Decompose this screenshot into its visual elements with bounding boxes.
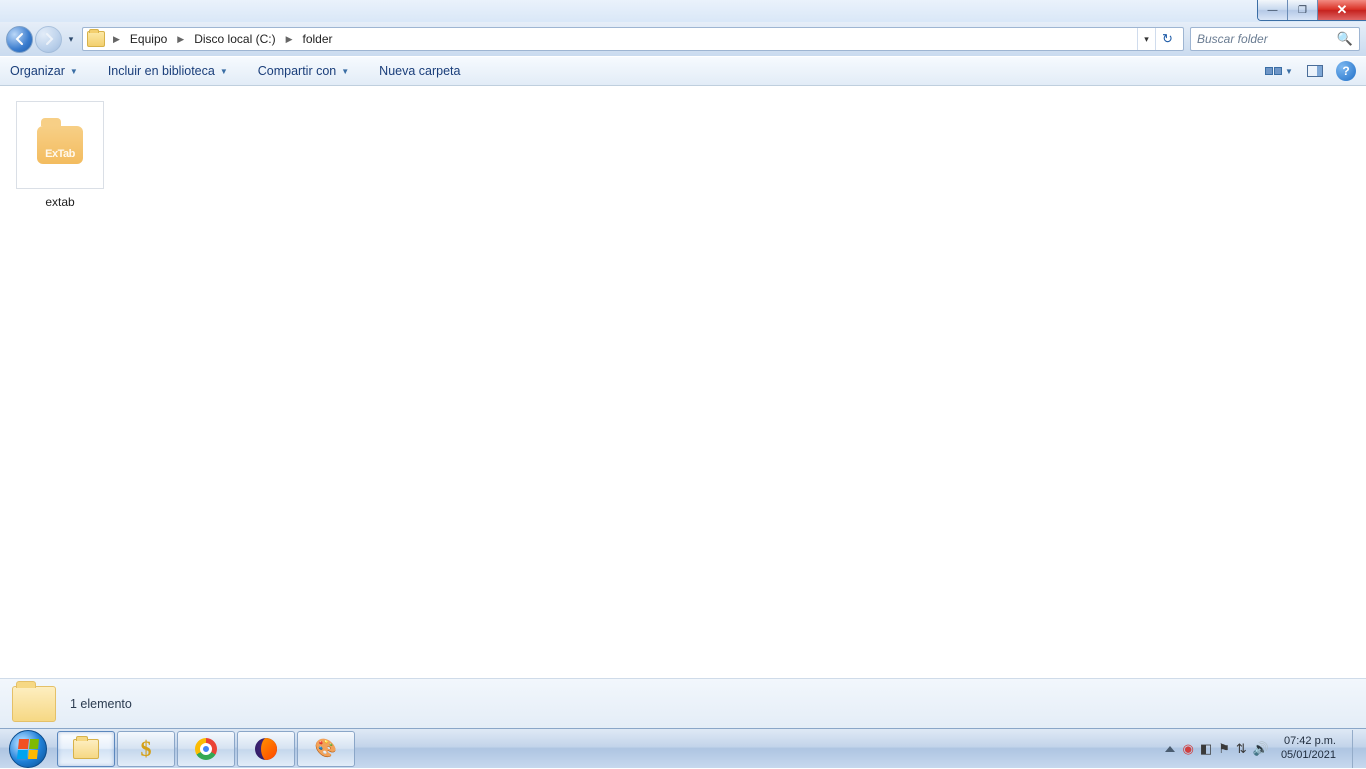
- taskbar-app-dollar[interactable]: $: [117, 731, 175, 767]
- organize-menu[interactable]: Organizar ▼: [10, 64, 78, 78]
- paint-icon: 🎨: [314, 739, 338, 759]
- details-pane: 1 elemento: [0, 678, 1366, 728]
- clock-time: 07:42 p.m.: [1281, 735, 1336, 749]
- taskbar-firefox[interactable]: [237, 731, 295, 767]
- breadcrumb-item-folder[interactable]: folder: [301, 28, 335, 50]
- action-center-icon[interactable]: ⚑: [1218, 741, 1230, 757]
- include-in-library-menu[interactable]: Incluir en biblioteca ▼: [108, 64, 228, 78]
- preview-pane-icon: [1307, 65, 1323, 77]
- organize-label: Organizar: [10, 64, 65, 78]
- include-label: Incluir en biblioteca: [108, 64, 215, 78]
- folder-icon: [12, 686, 56, 722]
- minimize-button[interactable]: —: [1258, 0, 1288, 20]
- chevron-down-icon: ▼: [1285, 67, 1293, 76]
- file-thumbnail: ExTab: [16, 101, 104, 189]
- breadcrumb-separator[interactable]: ▶: [282, 28, 297, 50]
- extab-icon-text: ExTab: [45, 148, 75, 164]
- file-list[interactable]: ExTab extab: [0, 86, 1366, 668]
- breadcrumb-separator[interactable]: ▶: [173, 28, 188, 50]
- close-button[interactable]: ✕: [1318, 0, 1366, 20]
- toolbar: Organizar ▼ Incluir en biblioteca ▼ Comp…: [0, 56, 1366, 86]
- extab-folder-icon: ExTab: [37, 126, 83, 164]
- help-button[interactable]: ?: [1336, 61, 1356, 81]
- volume-icon[interactable]: 🔊: [1253, 741, 1269, 757]
- preview-pane-button[interactable]: [1304, 60, 1326, 82]
- search-icon: 🔍: [1337, 31, 1353, 47]
- tray-app-icon[interactable]: ◉: [1183, 741, 1194, 757]
- tray-overflow-button[interactable]: [1165, 746, 1175, 752]
- address-bar: ▾ ▶ Equipo ▶ Disco local (C:) ▶ folder ▾…: [0, 22, 1366, 56]
- new-folder-button[interactable]: Nueva carpeta: [379, 64, 460, 78]
- chevron-down-icon: ▼: [70, 67, 78, 76]
- windows-logo-icon: [9, 730, 47, 768]
- breadcrumb-item-equipo[interactable]: Equipo: [128, 28, 169, 50]
- chevron-down-icon: ▼: [341, 67, 349, 76]
- start-button[interactable]: [0, 729, 56, 769]
- taskbar-explorer[interactable]: [57, 731, 115, 767]
- address-dropdown[interactable]: ▾: [1137, 28, 1155, 50]
- nav-history-dropdown[interactable]: ▾: [64, 29, 78, 49]
- breadcrumb-separator[interactable]: ▶: [109, 28, 124, 50]
- share-label: Compartir con: [258, 64, 337, 78]
- dollar-icon: $: [141, 736, 152, 762]
- nav-forward-button[interactable]: [35, 26, 62, 53]
- taskbar: $ 🎨 ◉ ◧ ⚑ ⇅ 🔊 07:42 p.m. 05/01/2021: [0, 728, 1366, 768]
- taskbar-chrome[interactable]: [177, 731, 235, 767]
- nav-back-button[interactable]: [6, 26, 33, 53]
- file-name-label: extab: [45, 195, 74, 209]
- search-input[interactable]: Buscar folder 🔍: [1190, 27, 1360, 51]
- refresh-button[interactable]: ↻: [1155, 28, 1179, 50]
- clock[interactable]: 07:42 p.m. 05/01/2021: [1275, 735, 1342, 763]
- window-controls: — ❐ ✕: [1257, 0, 1366, 21]
- firefox-icon: [255, 738, 277, 760]
- search-placeholder: Buscar folder: [1197, 32, 1268, 46]
- taskbar-paint[interactable]: 🎨: [297, 731, 355, 767]
- clock-date: 05/01/2021: [1281, 749, 1336, 763]
- folder-icon: [87, 31, 105, 47]
- breadcrumb-item-disk[interactable]: Disco local (C:): [192, 28, 277, 50]
- explorer-icon: [73, 739, 99, 759]
- chevron-down-icon: ▼: [220, 67, 228, 76]
- breadcrumb[interactable]: ▶ Equipo ▶ Disco local (C:) ▶ folder ▾ ↻: [82, 27, 1184, 51]
- change-view-button[interactable]: ▼: [1264, 60, 1294, 82]
- details-summary: 1 elemento: [70, 697, 132, 711]
- show-desktop-button[interactable]: [1352, 730, 1362, 768]
- tray-app-icon[interactable]: ◧: [1200, 741, 1212, 757]
- share-with-menu[interactable]: Compartir con ▼: [258, 64, 349, 78]
- chrome-icon: [195, 738, 217, 760]
- views-icon: [1265, 67, 1282, 75]
- maximize-button[interactable]: ❐: [1288, 0, 1318, 20]
- network-icon[interactable]: ⇅: [1236, 741, 1247, 757]
- newfolder-label: Nueva carpeta: [379, 64, 460, 78]
- file-item-extab[interactable]: ExTab extab: [12, 96, 108, 214]
- system-tray: ◉ ◧ ⚑ ⇅ 🔊 07:42 p.m. 05/01/2021: [1165, 729, 1366, 768]
